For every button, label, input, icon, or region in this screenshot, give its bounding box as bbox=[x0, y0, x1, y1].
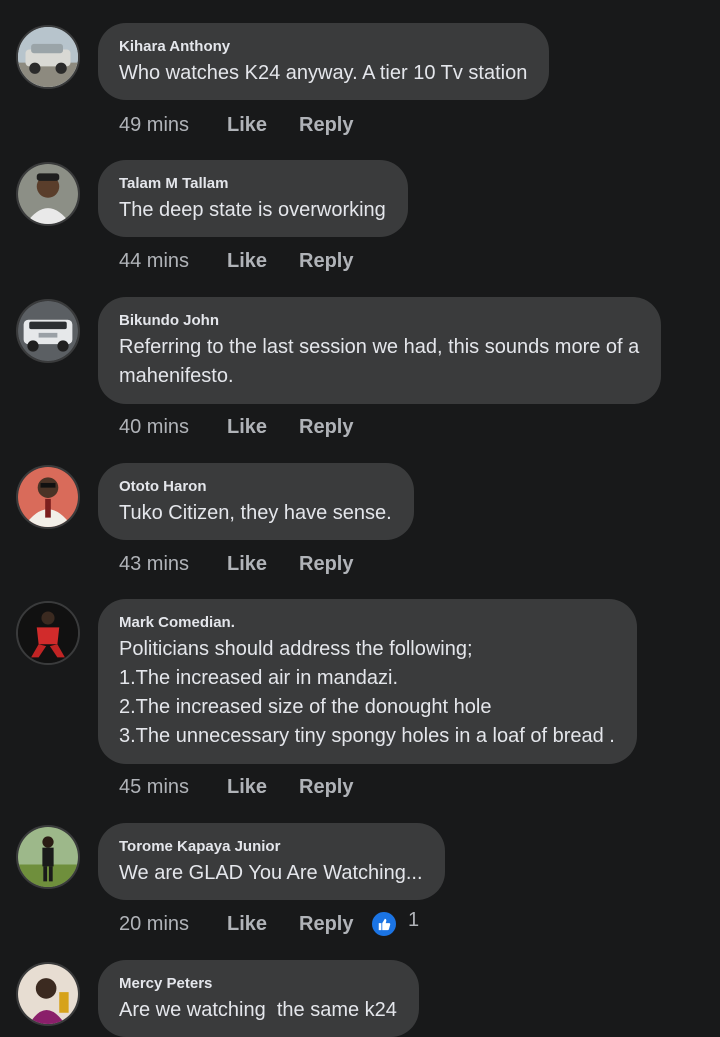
comment-text: 3.The unnecessary tiny spongy holes in a… bbox=[119, 725, 615, 747]
comment-actions: 40 mins Like Reply bbox=[119, 413, 353, 441]
like-button[interactable]: Like bbox=[227, 550, 299, 578]
comment-text: 2.The increased size of the donought hol… bbox=[119, 696, 492, 718]
reaction-summary[interactable]: 1 bbox=[370, 908, 420, 938]
like-button[interactable]: Like bbox=[227, 773, 299, 801]
comment-text: We are GLAD You Are Watching... bbox=[119, 862, 423, 884]
person-photo-icon bbox=[18, 964, 78, 1024]
comment-bubble: Torome Kapaya Junior We are GLAD You Are… bbox=[98, 823, 445, 900]
like-button[interactable]: Like bbox=[227, 910, 299, 938]
car-photo-icon bbox=[18, 301, 78, 361]
comment-bubble: Mark Comedian. Politicians should addres… bbox=[98, 599, 637, 764]
reply-button[interactable]: Reply bbox=[299, 773, 353, 801]
car-photo-icon bbox=[18, 27, 78, 87]
comment-author[interactable]: Bikundo John bbox=[119, 312, 639, 330]
like-button[interactable]: Like bbox=[227, 111, 299, 139]
comment-actions: 20 mins Like Reply bbox=[119, 910, 353, 938]
comment-actions: 43 mins Like Reply bbox=[119, 550, 353, 578]
person-photo-icon bbox=[18, 164, 78, 224]
comment-text: Tuko Citizen, they have sense. bbox=[119, 502, 392, 524]
comment-timestamp[interactable]: 44 mins bbox=[119, 247, 227, 275]
comment-bubble: Mercy Peters Are we watching the same k2… bbox=[98, 960, 419, 1037]
comment-text: Who watches K24 anyway. A tier 10 Tv sta… bbox=[119, 62, 528, 84]
comment-bubble: Bikundo John Referring to the last sessi… bbox=[98, 297, 662, 404]
reaction-count: 1 bbox=[408, 908, 420, 931]
reply-button[interactable]: Reply bbox=[299, 910, 353, 938]
reply-button[interactable]: Reply bbox=[299, 413, 353, 441]
reply-button[interactable]: Reply bbox=[299, 247, 353, 275]
avatar[interactable] bbox=[16, 162, 80, 226]
like-icon bbox=[370, 910, 398, 938]
reply-button[interactable]: Reply bbox=[299, 550, 353, 578]
comment-text: mahenifesto. bbox=[119, 365, 234, 387]
comment-timestamp[interactable]: 43 mins bbox=[119, 550, 227, 578]
comment-actions: 45 mins Like Reply bbox=[119, 773, 353, 801]
comment-author[interactable]: Mercy Peters bbox=[119, 975, 397, 993]
comment-actions: 49 mins Like Reply bbox=[119, 111, 353, 139]
comment-author[interactable]: Ototo Haron bbox=[119, 478, 392, 496]
comment-bubble: Kihara Anthony Who watches K24 anyway. A… bbox=[98, 23, 550, 100]
comment-timestamp[interactable]: 45 mins bbox=[119, 773, 227, 801]
comment-text: Politicians should address the following… bbox=[119, 638, 473, 660]
avatar[interactable] bbox=[16, 825, 80, 889]
comment-author[interactable]: Talam M Tallam bbox=[119, 175, 386, 193]
avatar[interactable] bbox=[16, 962, 80, 1026]
comment-actions: 44 mins Like Reply bbox=[119, 247, 353, 275]
comment-bubble: Talam M Tallam The deep state is overwor… bbox=[98, 160, 408, 237]
person-photo-icon bbox=[18, 467, 78, 527]
reply-button[interactable]: Reply bbox=[299, 111, 353, 139]
avatar[interactable] bbox=[16, 25, 80, 89]
comment-text: Referring to the last session we had, th… bbox=[119, 336, 640, 358]
like-button[interactable]: Like bbox=[227, 247, 299, 275]
avatar[interactable] bbox=[16, 465, 80, 529]
comment-author[interactable]: Kihara Anthony bbox=[119, 38, 527, 56]
comment-text: 1.The increased air in mandazi. bbox=[119, 667, 399, 689]
comment-author[interactable]: Torome Kapaya Junior bbox=[119, 838, 423, 856]
comment-text: The deep state is overworking bbox=[119, 199, 386, 221]
comment-bubble: Ototo Haron Tuko Citizen, they have sens… bbox=[98, 463, 414, 540]
comment-timestamp[interactable]: 20 mins bbox=[119, 910, 227, 938]
person-photo-icon bbox=[18, 603, 78, 663]
like-button[interactable]: Like bbox=[227, 413, 299, 441]
comment-timestamp[interactable]: 40 mins bbox=[119, 413, 227, 441]
comment-timestamp[interactable]: 49 mins bbox=[119, 111, 227, 139]
avatar[interactable] bbox=[16, 601, 80, 665]
comment-author[interactable]: Mark Comedian. bbox=[119, 614, 615, 632]
avatar[interactable] bbox=[16, 299, 80, 363]
comment-text: Are we watching the same k24 bbox=[119, 999, 397, 1021]
person-photo-icon bbox=[18, 827, 78, 887]
